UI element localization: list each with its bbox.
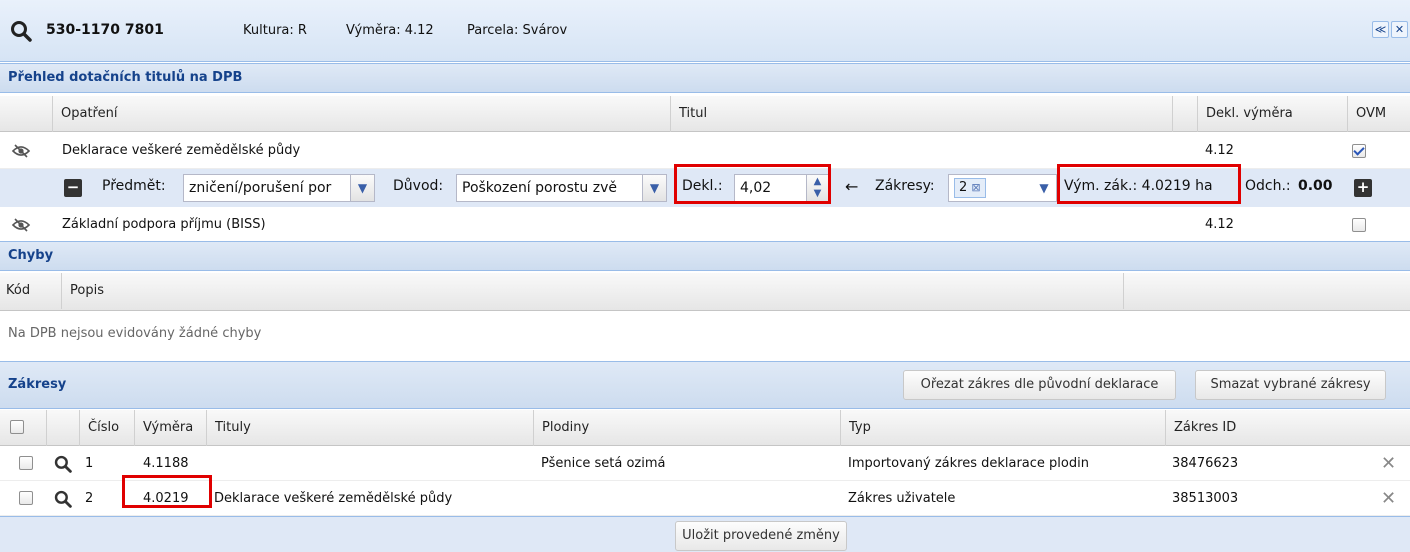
col-vymera[interactable]: Výměra (134, 410, 206, 446)
prehled-row[interactable]: Základní podpora příjmu (BISS) 4.12 (0, 207, 1410, 243)
search-icon[interactable] (10, 20, 32, 42)
zakres-id-value: 38513003 (1172, 491, 1239, 506)
col-zoom (46, 410, 79, 446)
parcel-id: 530-1170 7801 (46, 22, 164, 38)
row-checkbox[interactable] (19, 491, 33, 505)
search-icon[interactable] (54, 490, 72, 508)
col-ovm[interactable]: OVM (1347, 96, 1410, 132)
col-spacer (1123, 273, 1410, 309)
col-spacer (1172, 96, 1197, 132)
col-titul[interactable]: Titul (670, 96, 1172, 132)
kultura-label: Kultura: R (243, 23, 307, 38)
cislo-value: 2 (85, 491, 94, 506)
col-cislo[interactable]: Číslo (79, 410, 134, 446)
zakres-id-value: 38476623 (1172, 456, 1239, 471)
hidden-eye-icon[interactable] (11, 217, 31, 233)
cislo-value: 1 (85, 456, 94, 471)
vymera-label: Výměra: 4.12 (346, 23, 434, 38)
smazat-zakresy-button[interactable]: Smazat vybrané zákresy (1195, 370, 1386, 400)
highlight-vym-zak (1057, 164, 1241, 204)
odch-value: 0.00 (1298, 178, 1333, 194)
tituly-value: Deklarace veškeré zemědělské půdy (214, 491, 453, 506)
orezat-zakres-button[interactable]: Ořezat zákres dle původní deklarace (903, 370, 1176, 400)
chevron-down-icon[interactable]: ▼ (350, 175, 374, 201)
highlight-dekl (674, 164, 831, 204)
zakresy-title: Zákresy (8, 377, 67, 392)
search-icon[interactable] (54, 455, 72, 473)
left-arrow-icon: ← (845, 177, 859, 196)
duvod-label: Důvod: (393, 178, 444, 194)
col-dekl-vymera[interactable]: Dekl. výměra (1197, 96, 1347, 132)
col-select (0, 410, 46, 446)
ovm-checkbox[interactable] (1352, 144, 1366, 158)
row-checkbox[interactable] (19, 456, 33, 470)
add-plus-button[interactable]: + (1354, 179, 1372, 197)
chyby-empty-text: Na DPB nejsou evidovány žádné chyby (8, 326, 262, 341)
chevron-down-icon[interactable]: ▼ (642, 175, 666, 201)
opatreni-text: Základní podpora příjmu (BISS) (62, 217, 266, 232)
col-plodiny[interactable]: Plodiny (533, 410, 840, 446)
odch-label: Odch.: (1245, 178, 1291, 194)
col-zakres-id[interactable]: Zákres ID (1165, 410, 1410, 446)
col-kod[interactable]: Kód (0, 273, 61, 309)
predmet-combo[interactable]: zničení/porušení por ▼ (183, 174, 375, 202)
col-tituly[interactable]: Tituly (206, 410, 533, 446)
delete-icon[interactable]: ✕ (1381, 481, 1396, 516)
highlight-vymera (122, 475, 212, 508)
prehled-section-title: Přehled dotačních titulů na DPB (0, 63, 1410, 93)
prehled-grid-header: Opatření Titul Dekl. výměra OVM (0, 96, 1410, 132)
delete-icon[interactable]: ✕ (1381, 446, 1396, 481)
typ-value: Zákres uživatele (848, 491, 956, 506)
predmet-value: zničení/porušení por (189, 180, 332, 196)
collapse-icon[interactable]: ≪ (1372, 21, 1389, 38)
footer-toolbar: Uložit provedené změny (0, 516, 1410, 552)
zakresy-grid-header: Číslo Výměra Tituly Plodiny Typ Zákres I… (0, 410, 1410, 446)
duvod-value: Poškození porostu zvě (462, 180, 617, 196)
predmet-label: Předmět: (102, 178, 166, 194)
save-button[interactable]: Uložit provedené změny (675, 521, 847, 551)
opatreni-text: Deklarace veškeré zemědělské půdy (62, 143, 301, 158)
parcela-label: Parcela: Svárov (467, 23, 568, 38)
ovm-checkbox[interactable] (1352, 218, 1366, 232)
col-typ[interactable]: Typ (840, 410, 1165, 446)
close-icon[interactable]: ✕ (1391, 21, 1408, 38)
zakresy-label: Zákresy: (875, 178, 935, 194)
typ-value: Importovaný zákres deklarace plodin (848, 456, 1089, 471)
tag-remove-icon[interactable]: ⊠ (971, 181, 980, 194)
chyby-grid-header: Kód Popis (0, 273, 1410, 311)
select-all-checkbox[interactable] (10, 420, 24, 434)
dekl-vymera-value: 4.12 (1205, 217, 1234, 232)
chyby-section-title: Chyby (0, 241, 1410, 271)
duvod-combo[interactable]: Poškození porostu zvě ▼ (456, 174, 667, 202)
zakres-tag-label: 2 (959, 180, 968, 195)
panel-header: 530-1170 7801 Kultura: R Výměra: 4.12 Pa… (0, 0, 1410, 62)
zakresy-tagfield[interactable]: 2 ⊠ ▼ (948, 174, 1057, 202)
col-popis[interactable]: Popis (61, 273, 1123, 309)
hidden-eye-icon[interactable] (11, 143, 31, 159)
chevron-down-icon[interactable]: ▼ (1032, 175, 1056, 201)
plodiny-value: Pšenice setá ozimá (541, 456, 666, 471)
collapse-minus-button[interactable]: − (64, 179, 82, 197)
zakres-tag[interactable]: 2 ⊠ (954, 178, 986, 198)
col-opatreni[interactable]: Opatření (52, 96, 670, 132)
